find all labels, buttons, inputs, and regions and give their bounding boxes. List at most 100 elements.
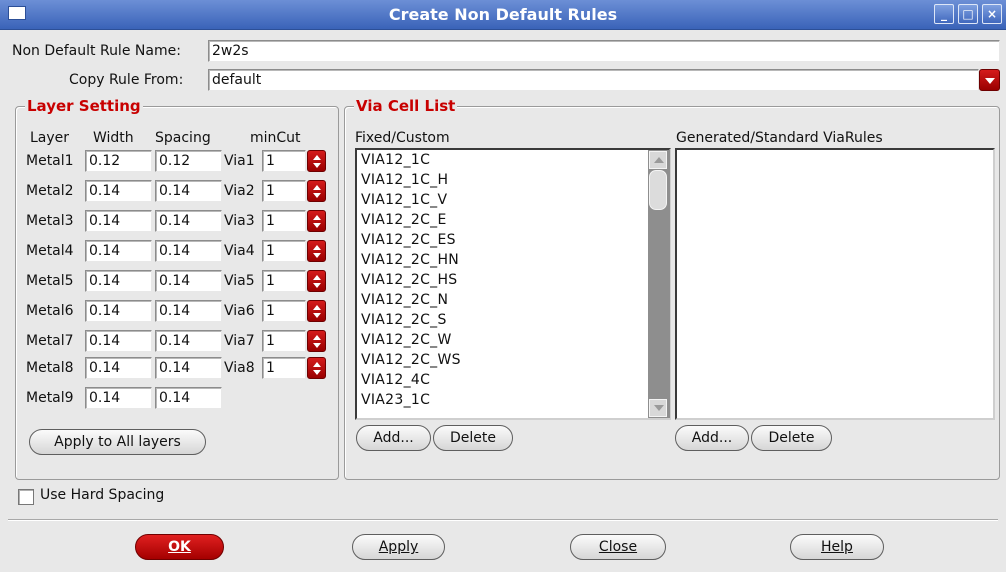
list-item[interactable]: VIA12_2C_WS	[361, 350, 461, 370]
mincut-input[interactable]: 1	[262, 270, 306, 292]
mincut-spinner-icon[interactable]	[307, 210, 326, 232]
spacing-input[interactable]: 0.14	[155, 300, 222, 322]
list-item[interactable]: VIA12_2C_S	[361, 310, 447, 330]
spacing-input[interactable]: 0.14	[155, 270, 222, 292]
fixed-custom-label: Fixed/Custom	[355, 130, 450, 146]
rule-name-input[interactable]: 2w2s	[208, 40, 1000, 62]
mincut-spinner-icon[interactable]	[307, 270, 326, 292]
list-item[interactable]: VIA12_2C_ES	[361, 230, 456, 250]
fixed-add-button[interactable]: Add...	[356, 425, 431, 451]
fixed-delete-button[interactable]: Delete	[433, 425, 513, 451]
via-name: Via6	[224, 303, 255, 319]
scroll-up-icon[interactable]	[649, 151, 667, 169]
width-input[interactable]: 0.14	[85, 330, 152, 352]
minimize-icon[interactable]: _	[934, 4, 954, 24]
help-button-label: Help	[821, 539, 853, 555]
layer-name: Metal3	[26, 213, 74, 229]
apply-button[interactable]: Apply	[352, 534, 445, 560]
layer-name: Metal4	[26, 243, 74, 259]
generated-delete-button[interactable]: Delete	[751, 425, 832, 451]
width-input[interactable]: 0.14	[85, 300, 152, 322]
layer-setting-title: Layer Setting	[25, 97, 143, 115]
width-input[interactable]: 0.12	[85, 150, 152, 172]
width-input[interactable]: 0.14	[85, 357, 152, 379]
list-item[interactable]: VIA12_1C_V	[361, 190, 447, 210]
scroll-down-icon[interactable]	[649, 399, 667, 417]
spacing-input[interactable]: 0.14	[155, 330, 222, 352]
width-input[interactable]: 0.14	[85, 387, 152, 409]
scroll-thumb[interactable]	[649, 170, 667, 210]
ok-button[interactable]: OK	[135, 534, 224, 560]
list-item[interactable]: VIA23_1C	[361, 390, 430, 410]
via-name: Via3	[224, 213, 255, 229]
window-title: Create Non Default Rules	[388, 5, 618, 24]
close-button[interactable]: Close	[570, 534, 666, 560]
ok-button-label: OK	[168, 539, 191, 555]
spacing-input[interactable]: 0.12	[155, 150, 222, 172]
use-hard-spacing-label: Use Hard Spacing	[40, 487, 165, 503]
spacing-input[interactable]: 0.14	[155, 357, 222, 379]
via-name: Via1	[224, 153, 255, 169]
mincut-input[interactable]: 1	[262, 357, 306, 379]
list-item[interactable]: VIA12_2C_HS	[361, 270, 458, 290]
generated-via-list[interactable]	[675, 148, 995, 420]
list-item[interactable]: VIA12_2C_E	[361, 210, 447, 230]
mincut-input[interactable]: 1	[262, 240, 306, 262]
mincut-spinner-icon[interactable]	[307, 180, 326, 202]
layer-name: Metal6	[26, 303, 74, 319]
mincut-input[interactable]: 1	[262, 150, 306, 172]
mincut-input[interactable]: 1	[262, 210, 306, 232]
width-input[interactable]: 0.14	[85, 270, 152, 292]
spacing-input[interactable]: 0.14	[155, 180, 222, 202]
width-header: Width	[93, 130, 134, 146]
width-input[interactable]: 0.14	[85, 180, 152, 202]
mincut-header: minCut	[250, 130, 301, 146]
apply-to-all-layers-button[interactable]: Apply to All layers	[29, 429, 206, 455]
list-item[interactable]: VIA12_2C_HN	[361, 250, 459, 270]
layer-name: Metal2	[26, 183, 74, 199]
list-item[interactable]: VIA12_2C_W	[361, 330, 452, 350]
via-name: Via8	[224, 360, 255, 376]
mincut-input[interactable]: 1	[262, 330, 306, 352]
spacing-header: Spacing	[155, 130, 211, 146]
layer-name: Metal1	[26, 153, 74, 169]
layer-name: Metal7	[26, 333, 74, 349]
spacing-input[interactable]: 0.14	[155, 240, 222, 262]
mincut-spinner-icon[interactable]	[307, 330, 326, 352]
via-name: Via2	[224, 183, 255, 199]
maximize-icon[interactable]: □	[958, 4, 978, 24]
fixed-list-scrollbar[interactable]	[648, 150, 670, 418]
layer-name: Metal5	[26, 273, 74, 289]
list-item[interactable]: VIA12_1C	[361, 150, 430, 170]
layer-name: Metal9	[26, 390, 74, 406]
width-input[interactable]: 0.14	[85, 210, 152, 232]
list-item[interactable]: VIA12_4C	[361, 370, 430, 390]
help-button[interactable]: Help	[790, 534, 884, 560]
use-hard-spacing-checkbox[interactable]	[18, 489, 34, 505]
copy-from-select[interactable]: default	[208, 69, 979, 91]
spacing-input[interactable]: 0.14	[155, 387, 222, 409]
layer-header: Layer	[30, 130, 70, 146]
fixed-via-list[interactable]: VIA12_1C VIA12_1C_H VIA12_1C_V VIA12_2C_…	[355, 148, 671, 420]
apply-button-label: Apply	[378, 539, 419, 555]
copy-from-label: Copy Rule From:	[69, 72, 184, 88]
close-icon[interactable]: ×	[982, 4, 1002, 24]
rule-name-label: Non Default Rule Name:	[12, 43, 181, 59]
generated-add-button[interactable]: Add...	[675, 425, 749, 451]
width-input[interactable]: 0.14	[85, 240, 152, 262]
mincut-input[interactable]: 1	[262, 180, 306, 202]
via-name: Via4	[224, 243, 255, 259]
separator	[8, 519, 998, 521]
mincut-spinner-icon[interactable]	[307, 300, 326, 322]
mincut-spinner-icon[interactable]	[307, 357, 326, 379]
mincut-input[interactable]: 1	[262, 300, 306, 322]
spacing-input[interactable]: 0.14	[155, 210, 222, 232]
mincut-spinner-icon[interactable]	[307, 150, 326, 172]
copy-from-dropdown-icon[interactable]	[979, 69, 1000, 91]
via-name: Via5	[224, 273, 255, 289]
list-item[interactable]: VIA12_1C_H	[361, 170, 448, 190]
close-button-label: Close	[598, 539, 638, 555]
list-item[interactable]: VIA12_2C_N	[361, 290, 448, 310]
mincut-spinner-icon[interactable]	[307, 240, 326, 262]
via-name: Via7	[224, 333, 255, 349]
